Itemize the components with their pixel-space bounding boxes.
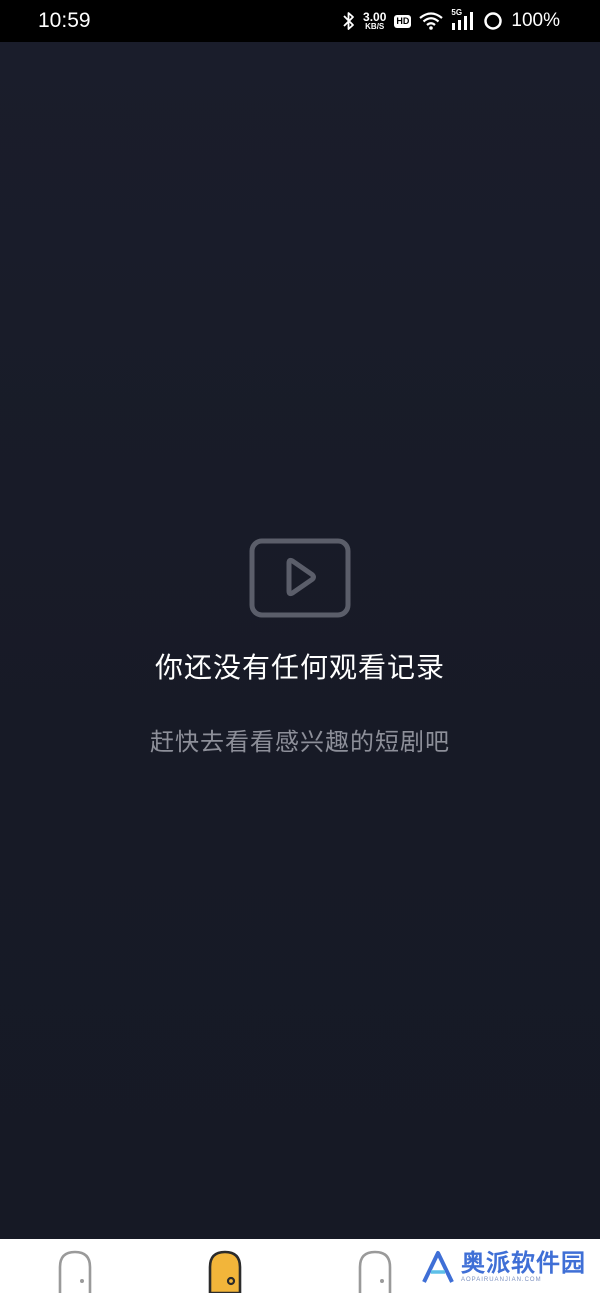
history-content (0, 42, 600, 1239)
nav-tab-2[interactable] (195, 1239, 255, 1293)
cellular-signal: 5G (451, 8, 475, 31)
network-speed-unit: KB/S (365, 22, 385, 31)
theater-icon (358, 1250, 392, 1293)
status-icons: 3.00 KB/S HD 5G 100% (343, 8, 560, 32)
network-speed: 3.00 KB/S (363, 11, 386, 31)
hd-badge: HD (394, 14, 412, 28)
wifi-icon (419, 12, 444, 30)
network-type: 5G (451, 8, 463, 17)
status-bar: 10:59 3.00 KB/S HD 5G 100% (0, 0, 600, 42)
status-time: 10:59 (38, 9, 91, 32)
nav-tab-1[interactable] (45, 1239, 105, 1293)
empty-state-subtitle: 赶快去看看感兴趣的短剧吧 (150, 728, 450, 756)
empty-state-title: 你还没有任何观看记录 (154, 651, 445, 684)
watermark-text: 奥派软件园 (461, 1249, 586, 1277)
watermark-logo-icon (422, 1251, 454, 1283)
watermark-url: AOPAIRUANJIAN.COM (461, 1277, 542, 1283)
battery-ring-icon (484, 12, 503, 30)
theater-icon (58, 1250, 92, 1293)
nav-tab-3[interactable] (345, 1239, 405, 1293)
battery-percent: 100% (511, 10, 560, 31)
bluetooth-icon (343, 12, 354, 30)
play-video-icon (249, 538, 351, 618)
theater-icon (208, 1250, 242, 1293)
watermark: 奥派软件园 AOPAIRUANJIAN.COM (421, 1246, 586, 1288)
